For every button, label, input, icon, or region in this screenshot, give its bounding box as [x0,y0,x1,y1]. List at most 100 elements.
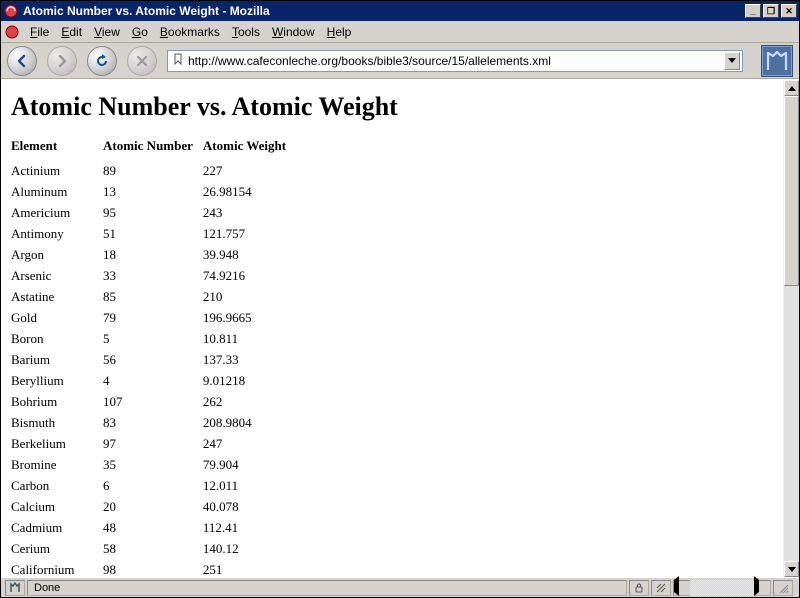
cell: 18 [103,244,203,265]
table-row: Carbon612.011 [11,475,296,496]
cell: Actinium [11,160,103,181]
cell: Bohrium [11,391,103,412]
cell: 140.12 [203,538,296,559]
minimize-button[interactable]: _ [745,4,761,18]
page-heading: Atomic Number vs. Atomic Weight [11,92,773,122]
menu-tools[interactable]: Tools [228,23,264,41]
offline-icon[interactable] [651,580,671,596]
table-row: Astatine85210 [11,286,296,307]
cell: 9.01218 [203,370,296,391]
cell: 58 [103,538,203,559]
column-header: Atomic Number [103,136,203,160]
component-bar-icon[interactable] [5,580,25,596]
back-button[interactable] [7,46,37,76]
url-dropdown-button[interactable] [724,52,740,70]
menu-bar: FileEditViewGoBookmarksToolsWindowHelp [1,21,799,43]
restore-button[interactable]: ❐ [763,4,779,18]
table-row: Barium56137.33 [11,349,296,370]
table-row: Berkelium97247 [11,433,296,454]
cell: Beryllium [11,370,103,391]
hscroll-right-button[interactable] [754,580,770,596]
elements-table: ElementAtomic NumberAtomic Weight Actini… [11,136,296,577]
cell: 247 [203,433,296,454]
cell: 137.33 [203,349,296,370]
hscroll-left-button[interactable] [674,580,690,596]
url-bar[interactable] [167,50,743,72]
cell: 5 [103,328,203,349]
cell: 40.078 [203,496,296,517]
column-header: Element [11,136,103,160]
table-row: Antimony51121.757 [11,223,296,244]
scroll-up-button[interactable] [784,80,799,96]
navigation-toolbar [1,43,799,79]
reload-button[interactable] [87,46,117,76]
status-bar: Done [1,577,799,597]
horizontal-scrollbar[interactable] [674,580,770,596]
cell: 97 [103,433,203,454]
table-row: Americium95243 [11,202,296,223]
cell: Cadmium [11,517,103,538]
scroll-down-button[interactable] [784,561,799,577]
cell: 51 [103,223,203,244]
cell: Argon [11,244,103,265]
cell: 12.011 [203,475,296,496]
cell: 13 [103,181,203,202]
mozilla-menu-icon [4,24,20,40]
scroll-thumb[interactable] [784,96,799,286]
cell: 89 [103,160,203,181]
menu-window[interactable]: Window [268,23,319,41]
cell: 83 [103,412,203,433]
cell: 196.9665 [203,307,296,328]
menu-edit[interactable]: Edit [57,23,86,41]
cell: Bismuth [11,412,103,433]
cell: Gold [11,307,103,328]
cell: Berkelium [11,433,103,454]
activity-indicator[interactable] [761,45,793,77]
security-icon[interactable] [629,580,649,596]
cell: Bromine [11,454,103,475]
cell: 98 [103,559,203,577]
table-row: Aluminum1326.98154 [11,181,296,202]
url-input[interactable] [188,54,724,68]
forward-button[interactable] [47,46,77,76]
title-bar: Atomic Number vs. Atomic Weight - Mozill… [1,1,799,21]
cell: Astatine [11,286,103,307]
cell: 35 [103,454,203,475]
table-row: Gold79196.9665 [11,307,296,328]
column-header: Atomic Weight [203,136,296,160]
cell: 4 [103,370,203,391]
cell: 10.811 [203,328,296,349]
vertical-scrollbar[interactable] [783,80,799,577]
stop-button[interactable] [127,46,157,76]
table-row: Beryllium49.01218 [11,370,296,391]
menu-go[interactable]: Go [128,23,152,41]
cell: 20 [103,496,203,517]
menu-bookmarks[interactable]: Bookmarks [156,23,224,41]
table-row: Cadmium48112.41 [11,517,296,538]
menu-file[interactable]: File [26,23,53,41]
cell: 79.904 [203,454,296,475]
cell: Calcium [11,496,103,517]
resize-grip[interactable] [773,580,793,596]
cell: 26.98154 [203,181,296,202]
cell: Cerium [11,538,103,559]
close-button[interactable]: ✕ [781,4,797,18]
cell: 121.757 [203,223,296,244]
cell: 112.41 [203,517,296,538]
cell: 251 [203,559,296,577]
cell: 48 [103,517,203,538]
cell: Americium [11,202,103,223]
menu-help[interactable]: Help [323,23,356,41]
cell: Barium [11,349,103,370]
cell: 208.9804 [203,412,296,433]
scroll-track[interactable] [784,96,799,561]
cell: 262 [203,391,296,412]
bookmark-icon [172,53,184,68]
table-row: Arsenic3374.9216 [11,265,296,286]
table-row: Californium98251 [11,559,296,577]
cell: 79 [103,307,203,328]
cell: Carbon [11,475,103,496]
cell: 85 [103,286,203,307]
menu-view[interactable]: View [90,23,124,41]
table-row: Argon1839.948 [11,244,296,265]
